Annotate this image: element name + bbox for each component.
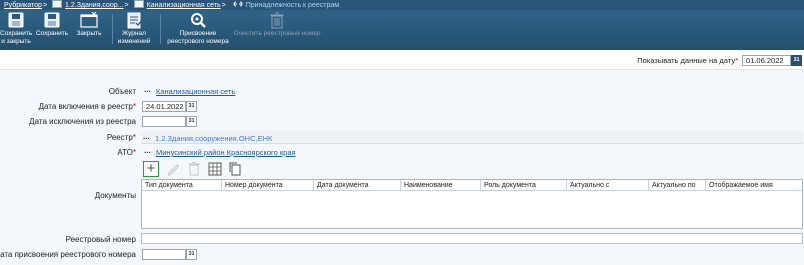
add-document-button[interactable]: + bbox=[143, 161, 159, 177]
reestr-label: Реестр* bbox=[107, 133, 136, 142]
save-icon bbox=[44, 12, 60, 28]
calendar-icon[interactable]: 31 bbox=[186, 116, 197, 127]
breadcrumb-current: Принадлежность к реестрам bbox=[245, 2, 340, 9]
col-role[interactable]: Роль документа bbox=[481, 180, 567, 191]
calendar-icon[interactable]: 31 bbox=[791, 55, 802, 66]
include-date-label: Дата включения в реестр* bbox=[39, 102, 136, 111]
required-marker: * bbox=[735, 56, 738, 65]
toolbar-divider bbox=[112, 14, 113, 44]
link-icon bbox=[233, 1, 243, 7]
journal-label: Журнал bbox=[122, 30, 146, 37]
col-actual-from[interactable]: Актуально с bbox=[567, 180, 649, 191]
journal-button[interactable]: Журнал изменений bbox=[116, 10, 152, 50]
object-label: Объект bbox=[108, 87, 136, 96]
required-marker: * bbox=[132, 148, 136, 157]
required-marker: * bbox=[132, 102, 136, 111]
close-label: Закрыть bbox=[76, 30, 102, 37]
save-close-icon bbox=[8, 12, 24, 28]
documents-label: Документы bbox=[94, 191, 136, 200]
documents-grid-header: Тип документа Номер документа Дата докум… bbox=[142, 180, 802, 191]
ato-label: АТО* bbox=[117, 148, 136, 157]
save-and-close-label: Сохранить bbox=[0, 30, 33, 37]
documents-grid: Тип документа Номер документа Дата докум… bbox=[141, 179, 803, 229]
exclude-date-label: Дата исключения из реестра bbox=[29, 117, 136, 126]
toolbar-divider bbox=[160, 14, 161, 44]
date-filter-label: Показывать данные на дату* bbox=[637, 56, 738, 65]
spreadsheet-icon[interactable] bbox=[207, 161, 223, 177]
exclude-date-input[interactable] bbox=[142, 116, 186, 127]
clear-number-label: Очистить реестровый номер bbox=[233, 30, 321, 37]
copy-icon[interactable] bbox=[227, 161, 243, 177]
include-date-text: Дата включения в реестр bbox=[38, 102, 133, 111]
breadcrumb-separator: > bbox=[221, 2, 226, 9]
close-button[interactable]: Закрыть bbox=[72, 10, 106, 50]
reestr-picker-button[interactable]: ... bbox=[143, 132, 150, 141]
assign-number-label2: реестрового номера bbox=[167, 37, 229, 45]
toolbar: Сохранить и закрыть Сохранить Закрыть Жу… bbox=[0, 10, 804, 50]
ato-text: АТО bbox=[117, 148, 133, 157]
reestr-text: Реестр bbox=[106, 133, 133, 142]
calendar-icon[interactable]: 31 bbox=[186, 101, 197, 112]
folder-icon bbox=[52, 0, 63, 8]
journal-icon bbox=[127, 12, 143, 29]
date-filter-bar: Показывать данные на дату* 01.06.2022 31 bbox=[0, 50, 804, 70]
object-picker-button[interactable]: ... bbox=[144, 85, 151, 94]
close-window-icon bbox=[80, 12, 98, 28]
save-and-close-label2: и закрыть bbox=[1, 37, 31, 45]
object-link[interactable]: Канализационная сеть bbox=[156, 87, 235, 96]
include-date-input[interactable]: 24.01.2022 bbox=[142, 101, 186, 112]
delete-icon[interactable] bbox=[186, 161, 202, 177]
trash-icon bbox=[270, 12, 284, 29]
reg-number-input[interactable] bbox=[141, 233, 803, 244]
date-filter-text: Показывать данные на дату bbox=[637, 56, 736, 65]
reg-date-label: Дата присвоения реестрового номера bbox=[0, 250, 136, 259]
col-doc-type[interactable]: Тип документа bbox=[142, 180, 222, 191]
reestr-field: ... 1.2.Здания,сооружения,ОНС,ЕНК bbox=[141, 131, 803, 144]
assign-number-label: Присвоение bbox=[179, 30, 217, 37]
col-doc-date[interactable]: Дата документа bbox=[314, 180, 401, 191]
calendar-icon[interactable]: 31 bbox=[186, 249, 197, 260]
clear-number-button[interactable]: Очистить реестровый номер bbox=[232, 10, 322, 50]
assign-number-icon bbox=[191, 13, 206, 28]
col-display-name[interactable]: Отображаемое имя bbox=[706, 180, 804, 191]
journal-label2: изменений bbox=[117, 37, 151, 45]
save-button[interactable]: Сохранить bbox=[34, 10, 70, 50]
breadcrumb-object[interactable]: Канализационная сеть bbox=[147, 1, 221, 10]
ato-picker-button[interactable]: ... bbox=[144, 146, 151, 155]
breadcrumb-separator: > bbox=[42, 2, 48, 9]
folder-icon bbox=[133, 0, 144, 8]
breadcrumb-buildings[interactable]: 1.2.Здания,соор... bbox=[65, 1, 124, 10]
reestr-link[interactable]: 1.2.Здания,сооружения,ОНС,ЕНК bbox=[155, 134, 272, 143]
breadcrumb-separator: > bbox=[124, 2, 129, 9]
save-label: Сохранить bbox=[35, 30, 69, 37]
col-doc-number[interactable]: Номер документа bbox=[222, 180, 314, 191]
ato-link[interactable]: Минусинский район Красноярского края bbox=[156, 148, 296, 157]
assign-number-button[interactable]: Присвоение реестрового номера bbox=[164, 10, 232, 50]
col-name[interactable]: Наименование bbox=[401, 180, 481, 191]
edit-icon[interactable] bbox=[165, 161, 181, 177]
save-and-close-button[interactable]: Сохранить и закрыть bbox=[0, 10, 32, 50]
date-filter-input[interactable]: 01.06.2022 bbox=[742, 55, 791, 66]
col-actual-to[interactable]: Актуально по bbox=[649, 180, 706, 191]
breadcrumb: Рубрикатор> 1.2.Здания,соор...> Канализаци… bbox=[0, 0, 804, 10]
required-marker: * bbox=[132, 133, 136, 142]
breadcrumb-rubricator[interactable]: Рубрикатор bbox=[4, 1, 42, 10]
reg-date-input[interactable] bbox=[142, 249, 186, 260]
reg-number-label: Реестровый номер bbox=[65, 235, 136, 244]
